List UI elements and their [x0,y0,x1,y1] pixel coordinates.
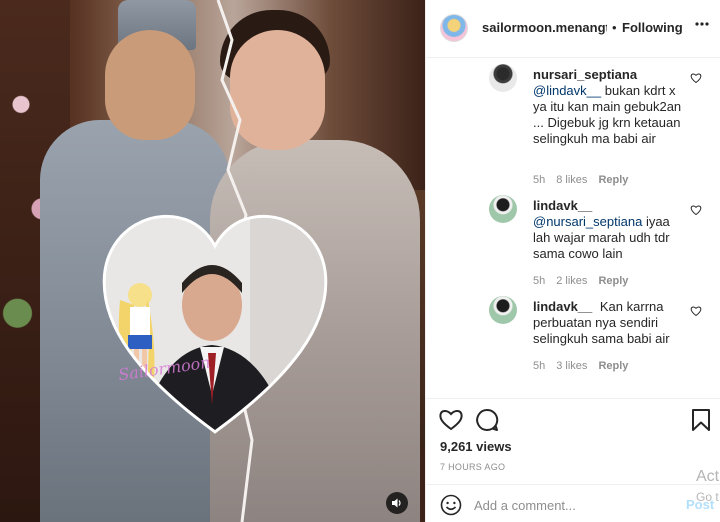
sound-toggle-button[interactable] [386,492,408,514]
activate-windows-overlay: Act Go t [694,466,720,522]
post-timestamp[interactable]: 7 HOURS AGO [440,462,505,472]
overlay-line-2: Go t [696,490,719,504]
comment-icon[interactable] [474,407,500,433]
commenter-username[interactable]: lindavk__ [533,198,592,213]
post-side-panel: sailormoon.menangter • Following nursari… [425,0,720,522]
commenter-username[interactable]: nursari_septiana [533,67,637,82]
reply-button[interactable]: Reply [598,275,628,287]
commenter-avatar[interactable] [489,64,517,92]
author-username[interactable]: sailormoon.menangter [482,20,607,35]
comment-meta: 5h 2 likes Reply [533,275,639,287]
follow-status-button[interactable]: Following [622,20,683,35]
reply-button[interactable]: Reply [598,360,628,372]
smiley-icon[interactable] [440,494,462,516]
comment-mention[interactable]: @nursari_septiana [533,214,642,229]
more-options-icon [695,22,709,26]
commenter-avatar[interactable] [489,195,517,223]
header-separator: • [612,20,617,35]
comment-time[interactable]: 5h [533,174,545,186]
reply-button[interactable]: Reply [598,174,628,186]
comment-meta: 5h 8 likes Reply [533,174,639,186]
more-options-button[interactable] [694,14,710,39]
comment-input[interactable] [474,495,674,515]
commenter-username[interactable]: lindavk__ [533,299,592,314]
comment-time[interactable]: 5h [533,360,545,372]
comment-likes[interactable]: 2 likes [556,275,587,287]
heart-icon[interactable] [690,305,702,317]
speaker-icon [392,498,401,508]
view-count[interactable]: 9,261 views [440,439,512,454]
heart-icon[interactable] [690,72,702,84]
heart-icon[interactable] [438,407,464,433]
comments-list: nursari_septiana @lindavk__ bukan kdrt x… [426,58,720,398]
author-avatar[interactable] [440,14,468,42]
add-comment-bar: Post [426,484,720,522]
overlay-line-1: Act [696,468,720,485]
comment-likes[interactable]: 8 likes [556,174,587,186]
comment-meta: 5h 3 likes Reply [533,360,639,372]
comment-body: lindavk__ @nursari_septiana iyaa lah waj… [533,198,688,262]
heart-icon[interactable] [690,204,702,216]
bookmark-icon[interactable] [688,407,714,433]
comment-likes[interactable]: 3 likes [556,360,587,372]
post-media[interactable]: Sailormoon [0,0,425,522]
post-header: sailormoon.menangter • Following [426,0,720,58]
commenter-avatar[interactable] [489,296,517,324]
comment-time[interactable]: 5h [533,275,545,287]
comment-mention[interactable]: @lindavk__ [533,83,601,98]
comment-body: nursari_septiana @lindavk__ bukan kdrt x… [533,67,688,147]
heart-frame-inset [102,215,328,434]
comment-body: lindavk__ Kan karrna perbuatan nya sendi… [533,299,688,347]
